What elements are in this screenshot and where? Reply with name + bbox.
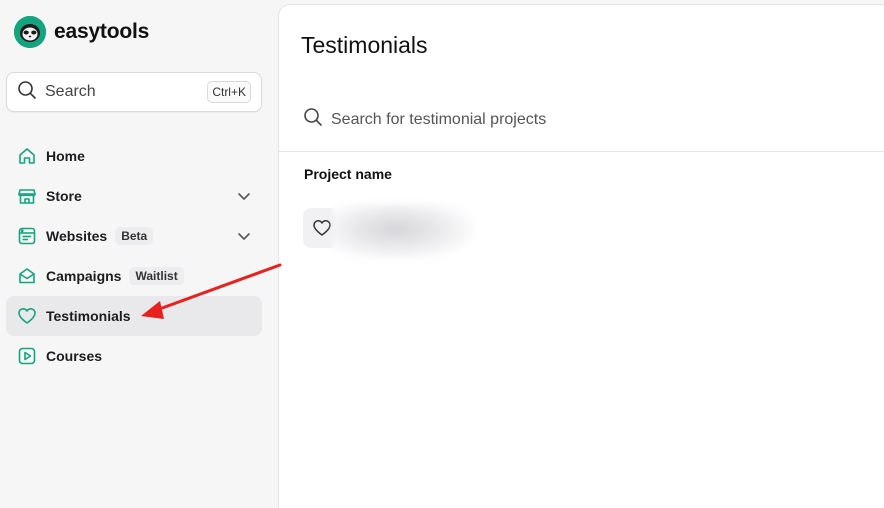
project-search-input[interactable]: Search for testimonial projects (303, 107, 546, 132)
campaigns-icon (16, 265, 38, 287)
heart-icon (16, 305, 38, 327)
table-row[interactable] (303, 204, 473, 260)
store-icon (16, 185, 38, 207)
sidebar-item-label: Courses (46, 348, 103, 364)
sidebar-item-label: Home (46, 148, 85, 164)
home-icon (16, 145, 38, 167)
search-label: Search (45, 83, 96, 100)
logo[interactable]: easytools (14, 16, 149, 48)
chevron-down-icon[interactable] (236, 188, 252, 204)
beta-badge: Beta (115, 227, 154, 245)
sidebar: easytools Search Ctrl+K Home Store Websi… (0, 0, 278, 508)
sidebar-item-label: Store (46, 188, 82, 204)
sidebar-search[interactable]: Search Ctrl+K (6, 72, 262, 112)
sloth-logo-icon (14, 16, 46, 48)
search-shortcut: Ctrl+K (207, 81, 251, 103)
logo-text: easytools (54, 20, 150, 43)
courses-icon (16, 345, 38, 367)
main-panel: Testimonials Search for testimonial proj… (278, 4, 884, 508)
sidebar-item-home[interactable]: Home (6, 136, 262, 176)
sidebar-nav: Home Store Websites Beta Campaigns Waitl… (6, 136, 262, 376)
project-name-redacted[interactable] (333, 204, 473, 260)
search-placeholder: Search for testimonial projects (331, 110, 547, 128)
sidebar-item-label: Websites (46, 228, 108, 244)
divider (279, 151, 884, 152)
chevron-down-icon[interactable] (236, 228, 252, 244)
websites-icon (16, 225, 38, 247)
sidebar-item-courses[interactable]: Courses (6, 336, 262, 376)
page-title: Testimonials (301, 32, 428, 58)
search-icon (17, 80, 37, 105)
search-icon (303, 107, 323, 132)
sidebar-item-store[interactable]: Store (6, 176, 262, 216)
sidebar-item-campaigns[interactable]: Campaigns Waitlist (6, 256, 262, 296)
sidebar-item-label: Campaigns (46, 268, 122, 284)
sidebar-item-label: Testimonials (46, 308, 131, 324)
waitlist-badge: Waitlist (129, 267, 184, 285)
sidebar-item-testimonials[interactable]: Testimonials (6, 296, 262, 336)
column-header-project-name: Project name (304, 166, 392, 182)
sidebar-item-websites[interactable]: Websites Beta (6, 216, 262, 256)
